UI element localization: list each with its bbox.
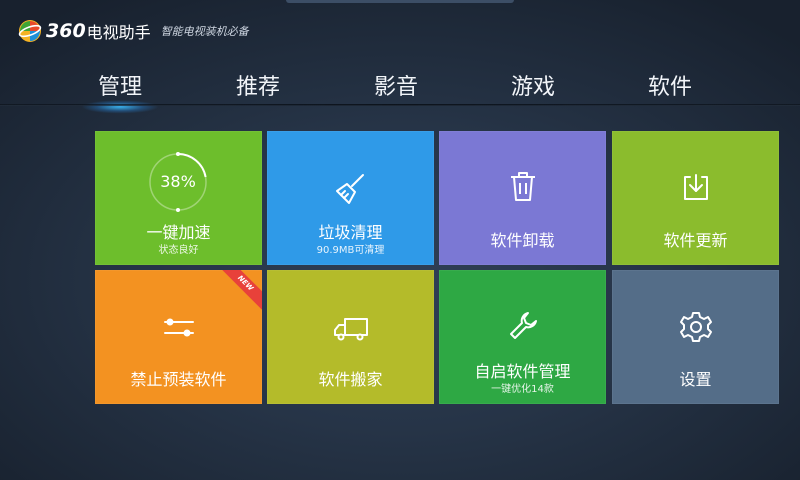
update-tile[interactable]: 软件更新 xyxy=(612,131,779,265)
move-tile[interactable]: 软件搬家 xyxy=(267,270,434,404)
app-slogan: 智能电视装机必备 xyxy=(160,25,249,38)
uninstall-tile[interactable]: 软件卸载 xyxy=(439,131,606,265)
truck-icon xyxy=(333,318,368,341)
tab-recommend[interactable]: 推荐 xyxy=(213,70,303,106)
boost-tile[interactable]: 38% 一键加速 状态良好 xyxy=(95,131,262,265)
tab-software[interactable]: 软件 xyxy=(625,70,715,106)
clean-subtitle: 90.9MB可清理 xyxy=(316,245,385,256)
settings-title: 设置 xyxy=(679,370,712,389)
boost-percent: 38% xyxy=(160,172,196,191)
broom-icon xyxy=(335,174,364,204)
app-number: 360 xyxy=(46,20,86,42)
tab-divider xyxy=(0,104,800,106)
trash-icon xyxy=(510,172,535,201)
move-title: 软件搬家 xyxy=(318,370,383,389)
autostart-tile[interactable]: 自启软件管理 一键优化14款 xyxy=(439,270,606,404)
tab-bar: 管理 推荐 影音 游戏 软件 xyxy=(0,70,800,114)
360-logo-icon xyxy=(18,20,42,42)
top-notch xyxy=(286,0,514,3)
block-preinstall-title: 禁止预装软件 xyxy=(130,370,227,389)
wrench-icon xyxy=(509,312,537,339)
tab-manage[interactable]: 管理 xyxy=(69,70,171,114)
app-header: 360 电视助手 智能电视装机必备 xyxy=(18,18,249,44)
app-name: 电视助手 xyxy=(86,23,151,42)
download-icon xyxy=(683,174,708,200)
boost-subtitle: 状态良好 xyxy=(158,245,199,256)
gear-icon xyxy=(679,312,712,342)
tab-media[interactable]: 影音 xyxy=(351,70,441,106)
tab-games[interactable]: 游戏 xyxy=(488,70,578,106)
clean-title: 垃圾清理 xyxy=(318,223,383,242)
settings-tile[interactable]: 设置 xyxy=(612,270,779,404)
boost-title: 一键加速 xyxy=(146,223,211,242)
new-badge: NEW xyxy=(218,270,262,314)
autostart-title: 自启软件管理 xyxy=(474,362,571,381)
clean-tile[interactable]: 垃圾清理 90.9MB可清理 xyxy=(267,131,434,265)
block-preinstall-tile[interactable]: NEW 禁止预装软件 xyxy=(95,270,262,404)
autostart-subtitle: 一键优化14款 xyxy=(491,384,554,395)
toggle-lines-icon xyxy=(163,318,194,337)
uninstall-title: 软件卸载 xyxy=(490,231,555,250)
tile-grid: 38% 一键加速 状态良好 垃圾清理 90.9MB可清理 软件卸载 软件更新 N… xyxy=(95,131,779,404)
update-title: 软件更新 xyxy=(663,231,728,250)
